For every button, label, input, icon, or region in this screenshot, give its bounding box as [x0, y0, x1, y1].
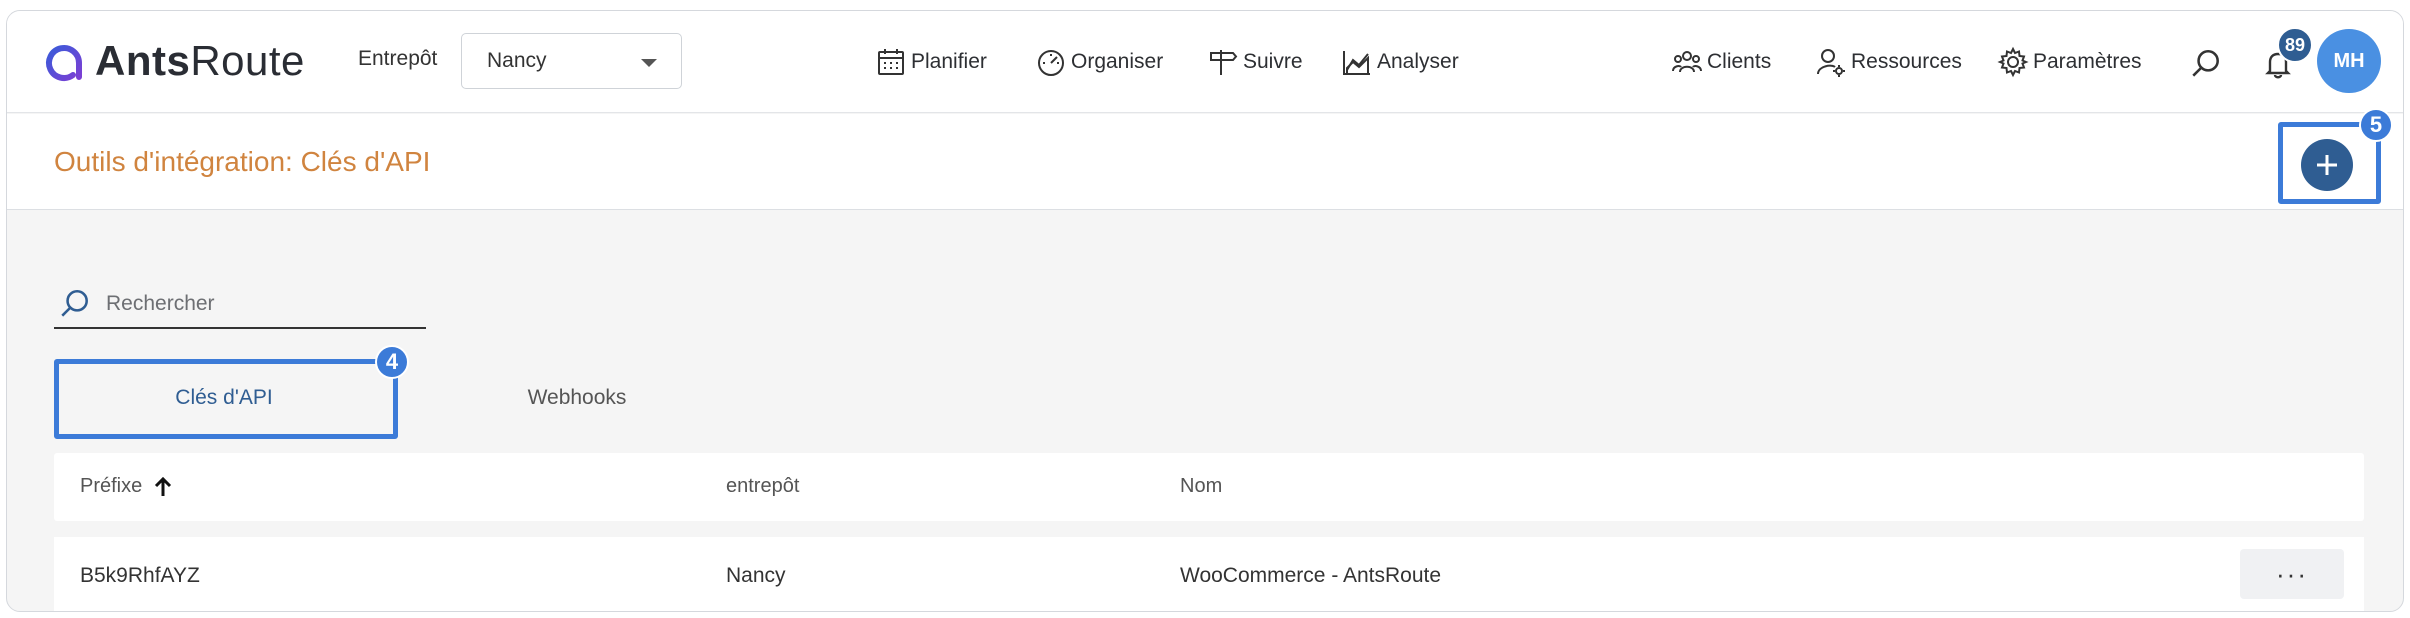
search-button[interactable] — [2187, 45, 2225, 83]
column-header-prefix[interactable]: Préfixe — [80, 475, 174, 498]
nav-suivre[interactable]: Suivre — [1207, 45, 1303, 79]
nav-parametres[interactable]: Paramètres — [1997, 45, 2142, 79]
caret-down-icon — [641, 59, 657, 67]
table-row[interactable]: B5k9RhfAYZ Nancy WooCommerce - AntsRoute… — [54, 537, 2364, 611]
warehouse-select-value: Nancy — [487, 49, 547, 72]
antsroute-logo[interactable]: AntsRoute — [43, 37, 305, 85]
nav-suivre-label: Suivre — [1243, 50, 1303, 73]
gear-icon — [1997, 46, 2029, 78]
user-gear-icon — [1817, 49, 1845, 77]
nav-clients-label: Clients — [1707, 50, 1772, 73]
group-icon — [1672, 51, 1702, 73]
page-header: Outils d'intégration: Clés d'API — [7, 114, 2403, 210]
calendar-icon — [878, 49, 904, 75]
row-actions-button[interactable]: ··· — [2240, 549, 2344, 599]
cell-prefix: B5k9RhfAYZ — [80, 564, 200, 587]
column-header-name[interactable]: Nom — [1180, 475, 1222, 498]
table-header: Préfixe entrepôt Nom — [54, 453, 2364, 521]
nav-parametres-label: Paramètres — [2033, 50, 2142, 73]
search-field[interactable] — [54, 281, 426, 329]
warehouse-label: Entrepôt — [358, 47, 438, 70]
annotation-number-5: 5 — [2359, 108, 2393, 142]
nav-planifier-label: Planifier — [911, 50, 987, 73]
nav-planifier[interactable]: Planifier — [875, 45, 987, 79]
user-avatar[interactable]: MH — [2317, 29, 2381, 93]
annotation-number-4: 4 — [375, 345, 409, 379]
cell-warehouse: Nancy — [726, 564, 786, 587]
column-header-warehouse-label: entrepôt — [726, 475, 800, 497]
nav-ressources-label: Ressources — [1851, 50, 1962, 73]
search-icon — [2192, 49, 2219, 77]
nav-ressources[interactable]: Ressources — [1815, 45, 1962, 79]
chart-icon — [1343, 51, 1370, 75]
top-navbar: AntsRoute Entrepôt Nancy Planifier Organ… — [7, 11, 2403, 113]
nav-organiser-label: Organiser — [1071, 50, 1164, 73]
nav-organiser[interactable]: Organiser — [1035, 45, 1163, 79]
page-title: Outils d'intégration: Clés d'API — [54, 146, 431, 177]
gauge-icon — [1038, 50, 1064, 76]
signpost-icon — [1210, 50, 1238, 75]
nav-analyser-label: Analyser — [1377, 50, 1459, 73]
column-header-name-label: Nom — [1180, 475, 1223, 497]
tab-webhooks-label: Webhooks — [527, 386, 627, 409]
logo-text: AntsRoute — [95, 37, 305, 84]
app-window: AntsRoute Entrepôt Nancy Planifier Organ… — [6, 10, 2404, 612]
nav-clients[interactable]: Clients — [1671, 45, 1771, 79]
sort-arrow-up-icon — [155, 476, 172, 496]
cell-name: WooCommerce - AntsRoute — [1180, 564, 1442, 587]
search-input[interactable] — [106, 292, 406, 316]
nav-analyser[interactable]: Analyser — [1341, 45, 1459, 79]
notification-count-badge: 89 — [2277, 27, 2313, 63]
annotation-highlight-tab — [54, 359, 398, 439]
tab-webhooks[interactable]: Webhooks — [407, 359, 747, 437]
column-header-warehouse[interactable]: entrepôt — [726, 475, 799, 498]
antsroute-logo-icon — [46, 45, 82, 81]
search-icon — [61, 289, 88, 317]
column-header-prefix-label: Préfixe — [80, 475, 143, 497]
warehouse-select[interactable]: Nancy — [461, 33, 682, 89]
